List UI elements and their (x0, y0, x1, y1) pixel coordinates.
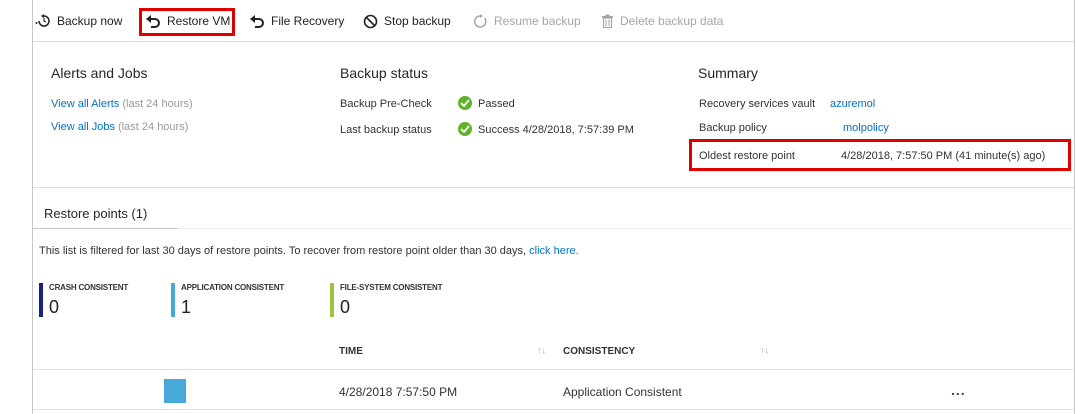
vault-link[interactable]: azuremol (830, 98, 875, 110)
counter-label: APPLICATION CONSISTENT (181, 283, 285, 292)
section-divider (33, 187, 1074, 188)
counter-value: 1 (181, 297, 192, 317)
delete-backup-data-label: Delete backup data (620, 14, 724, 28)
alerts-jobs-title: Alerts and Jobs (51, 65, 148, 81)
precheck-value: Passed (478, 98, 515, 110)
backup-now-icon (35, 14, 50, 27)
counter-value: 0 (340, 297, 351, 317)
jobs-row: View all Jobs (last 24 hours) (51, 121, 188, 133)
view-jobs-link[interactable]: View all Jobs (51, 121, 115, 133)
filter-note: This list is filtered for last 30 days o… (39, 245, 579, 257)
counter-value: 0 (49, 297, 60, 317)
file-recovery-label: File Recovery (271, 14, 345, 28)
panel-left-border (32, 0, 33, 414)
resume-icon (474, 13, 487, 28)
check-circle-icon (458, 122, 472, 136)
file-recovery-button[interactable]: File Recovery (249, 10, 344, 32)
jobs-period: (last 24 hours) (118, 121, 189, 133)
policy-link[interactable]: molpolicy (843, 122, 889, 134)
row-time[interactable]: 4/28/2018 7:57:50 PM (339, 385, 457, 399)
check-circle-icon (458, 96, 472, 110)
column-header-consistency[interactable]: CONSISTENCY (563, 346, 635, 357)
panel-right-border (1074, 0, 1075, 414)
vault-label: Recovery services vault (699, 98, 816, 110)
backup-status-title: Backup status (340, 65, 428, 81)
file-recovery-icon (250, 14, 264, 28)
tab-underline (33, 228, 178, 229)
delete-backup-data-button[interactable]: Delete backup data (601, 10, 723, 32)
backup-now-label: Backup now (57, 14, 123, 28)
summary-title: Summary (698, 65, 758, 81)
older-restore-points-link[interactable]: click here. (529, 245, 579, 257)
resume-backup-button[interactable]: Resume backup (473, 10, 581, 32)
last-backup-value: Success 4/28/2018, 7:57:39 PM (478, 124, 634, 136)
tab-restore-points[interactable]: Restore points (1) (44, 206, 147, 221)
filter-note-text: This list is filtered for last 30 days o… (39, 245, 527, 257)
alerts-row: View all Alerts (last 24 hours) (51, 98, 193, 110)
restore-vm-highlight (139, 8, 235, 36)
more-options-icon[interactable]: ... (951, 382, 966, 398)
counter-label: CRASH CONSISTENT (49, 283, 129, 292)
sort-icon[interactable]: ↑↓ (760, 345, 769, 355)
view-alerts-link[interactable]: View all Alerts (51, 98, 119, 110)
trash-icon (602, 14, 613, 28)
alerts-period: (last 24 hours) (122, 98, 193, 110)
counter-label: FILE-SYSTEM CONSISTENT (340, 283, 443, 292)
resume-backup-label: Resume backup (494, 14, 581, 28)
column-header-time[interactable]: TIME (339, 346, 363, 357)
row-consistency[interactable]: Application Consistent (563, 385, 682, 399)
counter-color-bar (171, 283, 175, 317)
table-header-rule (33, 369, 1074, 370)
tab-strip-rule (178, 228, 1074, 229)
backup-now-button[interactable]: Backup now (35, 10, 122, 32)
table-row-rule (33, 409, 1074, 410)
last-backup-label: Last backup status (340, 124, 432, 136)
consistency-type-chip (164, 379, 186, 403)
precheck-label: Backup Pre-Check (340, 98, 432, 110)
sort-icon[interactable]: ↑↓ (537, 345, 546, 355)
counter-color-bar (330, 283, 334, 317)
stop-backup-button[interactable]: Stop backup (363, 10, 451, 32)
counter-color-bar (39, 283, 43, 317)
policy-label: Backup policy (699, 122, 767, 134)
oldest-restore-highlight (689, 139, 1071, 171)
stop-icon (363, 14, 378, 28)
stop-backup-label: Stop backup (384, 14, 451, 28)
